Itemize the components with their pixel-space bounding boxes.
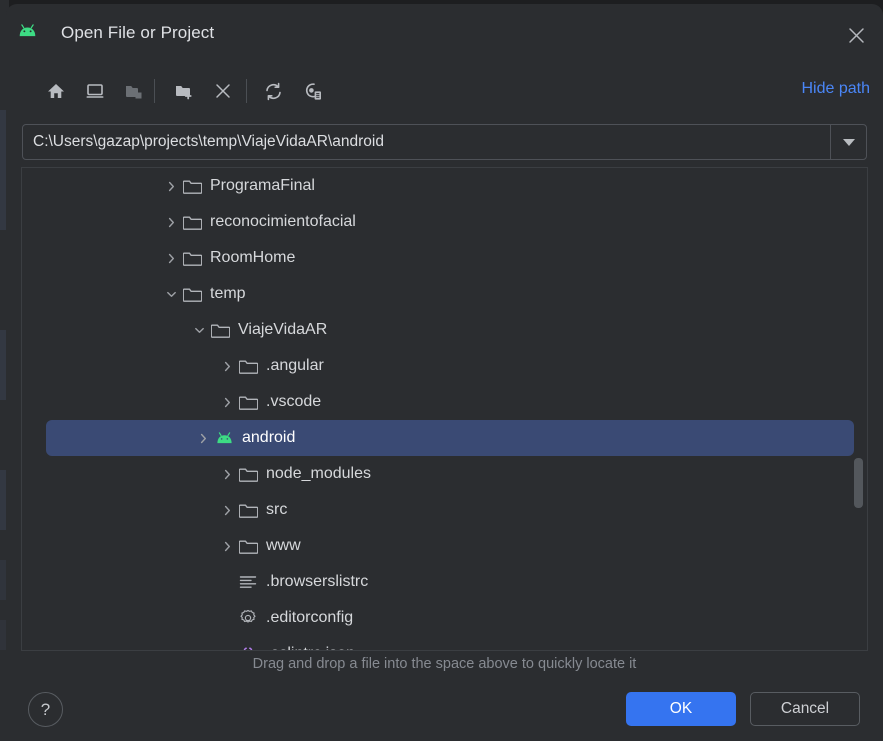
tree-row-viajevidaar[interactable]: ViajeVidaAR xyxy=(22,312,867,348)
chevron-down-icon[interactable] xyxy=(161,288,181,301)
tree-row-label: RoomHome xyxy=(210,249,296,266)
drag-drop-hint: Drag and drop a file into the space abov… xyxy=(252,656,637,672)
dialog-title: Open File or Project xyxy=(61,23,215,42)
tree-row-src[interactable]: src xyxy=(22,492,867,528)
tree-row-angular[interactable]: .angular xyxy=(22,348,867,384)
tree-row-label: .eslintrc.json xyxy=(266,645,355,650)
tree-row-label: .vscode xyxy=(266,393,322,410)
toolbar-separator-2 xyxy=(246,79,247,103)
tree-row-programafinal[interactable]: ProgramaFinal xyxy=(22,168,867,204)
tree-row-editorconfig[interactable]: .editorconfig xyxy=(22,600,867,636)
close-icon[interactable] xyxy=(841,20,871,50)
open-file-dialog: Open File or Project Hide path C:\Users\… xyxy=(6,4,883,741)
tree-scrollbar-track[interactable] xyxy=(854,168,865,650)
tree-row-label: src xyxy=(266,501,288,518)
refresh-icon[interactable] xyxy=(256,74,290,108)
tree-row-label: temp xyxy=(210,285,246,302)
chevron-right-icon[interactable] xyxy=(217,468,237,481)
folder-icon xyxy=(181,178,203,194)
project-folder-icon xyxy=(117,74,151,108)
dialog-titlebar: Open File or Project xyxy=(6,4,883,64)
chevron-right-icon[interactable] xyxy=(161,252,181,265)
chevron-right-icon[interactable] xyxy=(217,396,237,409)
tree-row-reconocimientofacial[interactable]: reconocimientofacial xyxy=(22,204,867,240)
home-icon[interactable] xyxy=(39,74,73,108)
tree-row-temp[interactable]: temp xyxy=(22,276,867,312)
json-file-icon xyxy=(237,646,259,650)
chevron-right-icon[interactable] xyxy=(217,504,237,517)
android-logo-icon xyxy=(213,432,235,444)
folder-icon xyxy=(181,286,203,302)
folder-icon xyxy=(181,250,203,266)
chevron-right-icon[interactable] xyxy=(193,432,213,445)
folder-icon xyxy=(237,538,259,554)
tree-row-roomhome[interactable]: RoomHome xyxy=(22,240,867,276)
tree-row-label: node_modules xyxy=(266,465,371,482)
dialog-toolbar: Hide path xyxy=(6,64,883,122)
tree-row-node-modules[interactable]: node_modules xyxy=(22,456,867,492)
chevron-right-icon[interactable] xyxy=(161,180,181,193)
desktop-icon[interactable] xyxy=(78,74,112,108)
chevron-down-icon[interactable] xyxy=(830,125,866,159)
folder-icon xyxy=(237,466,259,482)
tree-row-android[interactable]: android xyxy=(46,420,854,456)
show-hidden-icon[interactable] xyxy=(295,74,329,108)
screen: Open File or Project Hide path C:\Users\… xyxy=(0,0,883,741)
tree-row-label: ProgramaFinal xyxy=(210,177,315,194)
tree-row-eslintrc-json[interactable]: .eslintrc.json xyxy=(22,636,867,650)
delete-icon[interactable] xyxy=(206,74,240,108)
path-field-row: C:\Users\gazap\projects\temp\ViajeVidaAR… xyxy=(22,124,867,160)
hide-path-link[interactable]: Hide path xyxy=(802,80,871,98)
folder-icon xyxy=(237,358,259,374)
chevron-right-icon[interactable] xyxy=(161,216,181,229)
tree-row-label: ViajeVidaAR xyxy=(238,321,328,338)
file-tree-list: ProgramaFinal reconocimientofacial RoomHom… xyxy=(22,168,867,650)
tree-scrollbar-thumb[interactable] xyxy=(854,458,863,508)
chevron-down-glyph xyxy=(842,138,855,146)
tree-row-label: .editorconfig xyxy=(266,609,354,626)
folder-icon xyxy=(237,394,259,410)
chevron-down-icon[interactable] xyxy=(189,324,209,337)
cancel-button[interactable]: Cancel xyxy=(750,692,860,726)
chevron-right-icon[interactable] xyxy=(217,540,237,553)
folder-icon xyxy=(209,322,231,338)
ok-button[interactable]: OK xyxy=(626,692,736,726)
toolbar-separator xyxy=(154,79,155,103)
folder-icon xyxy=(237,502,259,518)
new-folder-icon[interactable] xyxy=(167,74,201,108)
gear-file-icon xyxy=(237,609,259,627)
tree-row-vscode[interactable]: .vscode xyxy=(22,384,867,420)
folder-icon xyxy=(181,214,203,230)
path-input[interactable]: C:\Users\gazap\projects\temp\ViajeVidaAR… xyxy=(23,125,830,159)
android-logo-icon xyxy=(17,24,38,37)
help-button[interactable]: ? xyxy=(28,692,63,727)
file-tree-panel[interactable]: ProgramaFinal reconocimientofacial RoomHom… xyxy=(21,167,868,651)
text-file-icon xyxy=(237,574,259,590)
tree-row-label: .angular xyxy=(266,357,324,374)
tree-row-www[interactable]: www xyxy=(22,528,867,564)
tree-row-browserslistrc[interactable]: .browserslistrc xyxy=(22,564,867,600)
tree-row-label: reconocimientofacial xyxy=(210,213,356,230)
tree-row-label: .browserslistrc xyxy=(266,573,369,590)
chevron-right-icon[interactable] xyxy=(217,360,237,373)
tree-row-label: android xyxy=(242,429,296,446)
tree-row-label: www xyxy=(266,537,301,554)
